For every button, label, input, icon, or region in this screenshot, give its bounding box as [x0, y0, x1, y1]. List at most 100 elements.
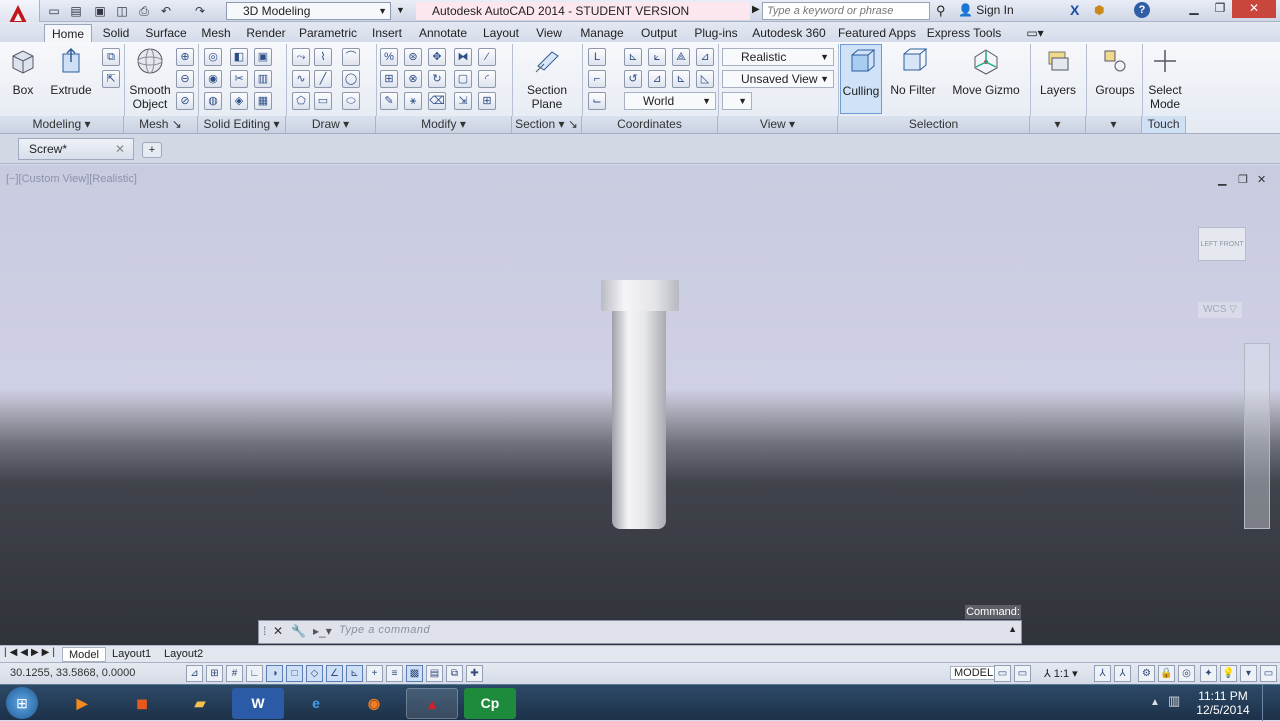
groups-panel-expand[interactable]: ▾: [1086, 116, 1142, 133]
viewcube-left-face[interactable]: LEFT: [1200, 241, 1217, 248]
recent-commands-icon[interactable]: ▸_▾: [313, 624, 332, 638]
layers-panel-expand[interactable]: ▾: [1030, 116, 1086, 133]
draw-panel-title[interactable]: Draw ▾: [286, 116, 376, 133]
viewport-close-icon[interactable]: ✕: [1257, 173, 1266, 186]
touch-panel-title[interactable]: Touch: [1142, 116, 1186, 133]
firefox-icon[interactable]: ◉: [348, 688, 400, 719]
quick-view-layouts-icon[interactable]: ▭: [994, 665, 1011, 682]
no-filter-button[interactable]: No Filter: [888, 44, 938, 97]
model-space-toggle[interactable]: MODEL: [950, 666, 998, 680]
captivate-icon[interactable]: Cp: [464, 688, 516, 719]
close-icon[interactable]: ✕: [115, 139, 125, 159]
subtract-icon[interactable]: ◉: [204, 70, 222, 88]
coordinates-readout[interactable]: 30.1255, 33.5868, 0.0000: [10, 667, 135, 679]
select-mode-button[interactable]: Select Mode: [1146, 44, 1184, 111]
tab-navigation-icon[interactable]: |◀◀▶▶|: [4, 647, 58, 658]
polysolid-icon[interactable]: ⧉: [102, 48, 120, 66]
ucs-view-icon[interactable]: ⊿: [648, 70, 666, 88]
move-icon[interactable]: ✥: [428, 48, 446, 66]
move-gizmo-button[interactable]: Move Gizmo: [950, 44, 1022, 97]
erase-icon[interactable]: ⌫: [428, 92, 446, 110]
ucs-icon[interactable]: L: [588, 48, 606, 66]
extrude-button[interactable]: Extrude: [48, 44, 94, 97]
transparency-icon[interactable]: ▩: [406, 665, 423, 682]
ucs-origin-icon[interactable]: ⌐: [588, 70, 606, 88]
ellipse-icon[interactable]: ⬭: [342, 92, 360, 110]
circle-icon[interactable]: ◯: [342, 70, 360, 88]
drawing-viewport[interactable]: [−][Custom View][Realistic] ▁ ❐ ✕ LEFT F…: [0, 165, 1280, 662]
tray-arrow-icon[interactable]: ▲: [1150, 697, 1160, 708]
workspace-dropdown[interactable]: 3D Modeling ▼: [226, 2, 391, 20]
selection-cycling-icon[interactable]: ⧉: [446, 665, 463, 682]
smooth-object-button[interactable]: Smooth Object: [128, 44, 172, 111]
viewport-restore-icon[interactable]: ❐: [1238, 173, 1248, 186]
tab-view[interactable]: View: [530, 24, 568, 42]
infer-constraints-icon[interactable]: ⊿: [186, 665, 203, 682]
status-menu-icon[interactable]: ▾: [1240, 665, 1257, 682]
ucs-z-icon[interactable]: ⊿: [696, 48, 714, 66]
refine-mesh-icon[interactable]: ⊘: [176, 92, 194, 110]
selection-panel-title[interactable]: Selection: [838, 116, 1030, 133]
ucs-3point-icon[interactable]: ⌙: [588, 92, 606, 110]
scale-icon[interactable]: %: [380, 48, 398, 66]
orbit-icon[interactable]: ⊛: [404, 48, 422, 66]
isolate-objects-icon[interactable]: ✦: [1200, 665, 1217, 682]
model-tab[interactable]: Model: [62, 647, 106, 662]
view-panel-title[interactable]: View ▾: [718, 116, 838, 133]
clock[interactable]: 11:11 PM 12/5/2014: [1192, 689, 1254, 717]
tab-featured-apps[interactable]: Featured Apps: [834, 24, 920, 42]
chevron-up-icon[interactable]: ▲: [1008, 624, 1017, 634]
polar-icon[interactable]: ◑: [266, 665, 283, 682]
3d-osnap-icon[interactable]: ◇: [306, 665, 323, 682]
edit-icon[interactable]: ✎: [380, 92, 398, 110]
ucs-y-icon[interactable]: ⟁: [672, 48, 690, 66]
minimize-button[interactable]: ▁: [1180, 0, 1208, 18]
workspace-switching-icon[interactable]: ⚙: [1138, 665, 1155, 682]
ucs-previous-icon[interactable]: ↺: [624, 70, 642, 88]
network-icon[interactable]: ▥: [1168, 693, 1180, 709]
tab-insert[interactable]: Insert: [366, 24, 408, 42]
named-view-dropdown[interactable]: Unsaved View ▼: [722, 70, 834, 88]
presspull-icon[interactable]: ⇱: [102, 70, 120, 88]
redo-icon[interactable]: ↷: [192, 3, 208, 19]
quick-properties-icon[interactable]: ▤: [426, 665, 443, 682]
tab-layout[interactable]: Layout: [478, 24, 524, 42]
tab-annotate[interactable]: Annotate: [414, 24, 472, 42]
save-as-icon[interactable]: ◫: [114, 3, 130, 19]
extract-edges-icon[interactable]: ▣: [254, 48, 272, 66]
windows-start-icon[interactable]: ⊞: [6, 687, 38, 719]
viewcube-front-face[interactable]: FRONT: [1219, 241, 1243, 248]
tab-surface[interactable]: Surface: [142, 24, 190, 42]
modeling-panel-title[interactable]: Modeling ▾: [0, 116, 124, 133]
tab-plug-ins[interactable]: Plug-ins: [688, 24, 744, 42]
align-icon[interactable]: ⊞: [380, 70, 398, 88]
command-input[interactable]: Type a command: [339, 624, 430, 636]
ducs-icon[interactable]: ⊾: [346, 665, 363, 682]
grip-icon[interactable]: ⁞: [263, 624, 266, 638]
auto-scale-icon[interactable]: ⅄: [1114, 665, 1131, 682]
tab-solid[interactable]: Solid: [98, 24, 134, 42]
smooth-less-icon[interactable]: ⊖: [176, 70, 194, 88]
viewcube[interactable]: LEFT FRONT: [1198, 227, 1246, 261]
otrack-icon[interactable]: ∠: [326, 665, 343, 682]
save-icon[interactable]: ▣: [92, 3, 108, 19]
autocad-taskbar-icon[interactable]: ▲: [406, 688, 458, 719]
show-desktop-button[interactable]: [1262, 685, 1280, 721]
ucs-face-icon[interactable]: ◺: [696, 70, 714, 88]
union-icon[interactable]: ◎: [204, 48, 222, 66]
bolt-shaft-model[interactable]: [612, 311, 666, 529]
3d-array-icon[interactable]: ⚹: [404, 92, 422, 110]
undo-icon[interactable]: ↶: [158, 3, 174, 19]
office-app-icon[interactable]: ◼: [116, 688, 168, 719]
box-button[interactable]: Box: [4, 44, 42, 97]
ucs-object-icon[interactable]: ⊾: [672, 70, 690, 88]
navigation-bar[interactable]: [1244, 343, 1270, 529]
tab-express-tools[interactable]: Express Tools: [926, 24, 1002, 42]
rotate-icon[interactable]: ↻: [428, 70, 446, 88]
tab-mesh[interactable]: Mesh: [196, 24, 236, 42]
stretch-icon[interactable]: ⇲: [454, 92, 472, 110]
tab-autodesk-360[interactable]: Autodesk 360: [750, 24, 828, 42]
viewport-controls-label[interactable]: [−][Custom View][Realistic]: [6, 173, 137, 185]
sign-in-button[interactable]: 👤 Sign In: [958, 3, 1014, 17]
open-icon[interactable]: ▤: [68, 3, 84, 19]
